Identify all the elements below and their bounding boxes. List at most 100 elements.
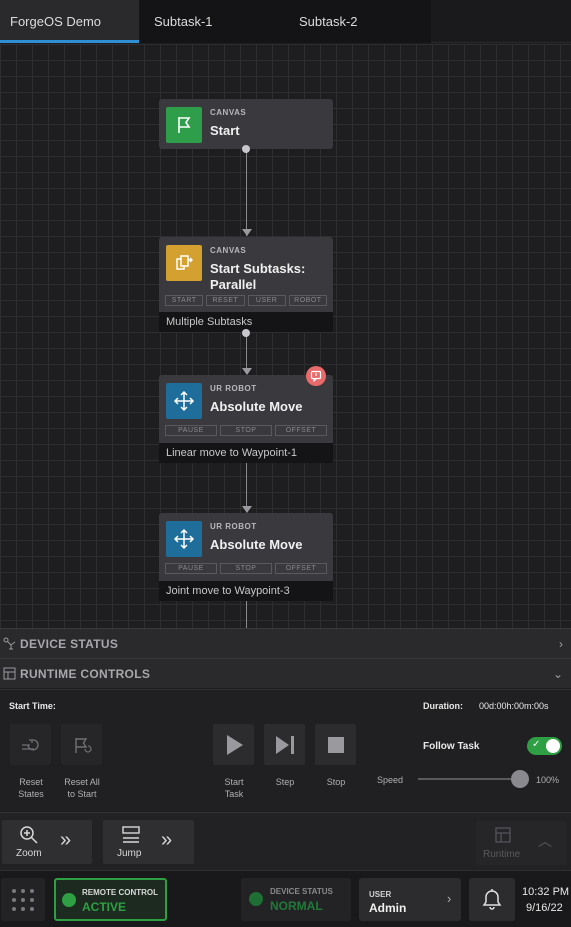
node-pills: START RESET USER ROBOT [165,295,327,306]
runtime-label: Runtime [483,849,521,860]
chevron-down-icon[interactable]: ⌄ [553,667,563,681]
pill-pause: PAUSE [165,425,217,436]
pill-start: START [165,295,204,306]
stop-icon [327,736,344,753]
start-task-button[interactable] [213,724,254,765]
stop-button[interactable] [315,724,356,765]
reset-states-label: Reset States [18,777,44,799]
node-output-port[interactable] [242,145,250,153]
subtasks-icon [166,245,202,281]
pill-pause: PAUSE [165,563,217,574]
robot-arm-icon [3,637,17,656]
double-chevron-icon: » [161,829,173,851]
pill-user: USER [247,295,286,306]
pill-reset: RESET [206,295,245,306]
jump-label: Jump [117,848,142,859]
runtime-icon [3,667,16,685]
node-category: CANVAS [210,108,247,117]
connector-line [246,462,247,510]
jump-icon [122,826,140,843]
runtime-toggle-button[interactable]: Runtime ︿ [476,821,567,865]
arrow-head [242,229,252,236]
node-start-subtasks[interactable]: CANVAS Start Subtasks: Parallel START RE… [159,237,333,332]
reset-all-button[interactable] [61,724,102,765]
node-pills: PAUSE STOP OFFSET [165,425,327,436]
duration-label: Duration: [423,701,463,711]
chevron-right-icon: › [447,891,452,906]
arrow-head [242,506,252,513]
device-status-value: NORMAL [270,899,323,913]
move-icon [166,383,202,419]
arrow-head [242,368,252,375]
play-icon [226,734,243,755]
device-status-indicator[interactable]: DEVICE STATUS NORMAL [241,878,351,921]
comment-badge-icon[interactable] [306,366,326,386]
pill-offset: OFFSET [275,425,327,436]
device-status-title: DEVICE STATUS [20,637,119,651]
chevron-right-icon[interactable]: › [559,637,563,651]
user-value: Admin [369,901,407,915]
reset-states-icon [21,738,39,750]
zoom-button[interactable]: Zoom » [2,820,92,864]
reset-all-label: Reset All to Start [64,777,100,799]
notifications-button[interactable] [469,878,515,921]
pill-stop: STOP [220,425,272,436]
jump-button[interactable]: Jump » [103,820,194,864]
pill-robot: ROBOT [288,295,327,306]
step-label: Step [275,777,295,787]
follow-task-toggle[interactable]: ✓ [527,737,562,755]
speed-slider-handle[interactable] [511,770,529,788]
tab-bar: ForgeOS Demo Subtask-1 Subtask-2 [0,0,571,43]
node-category: UR ROBOT [210,522,257,531]
remote-control-status[interactable]: REMOTE CONTROL ACTIVE [54,878,167,921]
speed-slider-track[interactable] [418,778,520,780]
grid-icon [12,889,34,911]
node-absolute-move-1[interactable]: UR ROBOT Absolute Move PAUSE STOP OFFSET… [159,375,333,463]
start-time-label: Start Time: [9,701,56,711]
follow-task-label: Follow Task [423,741,480,752]
node-description: Linear move to Waypoint-1 [159,443,333,463]
check-icon: ✓ [532,739,541,750]
user-menu-button[interactable]: USER Admin › [359,878,461,921]
remote-control-label: REMOTE CONTROL [82,888,158,897]
clock-date: 9/16/22 [526,902,563,914]
zoom-label: Zoom [16,848,42,859]
speed-label: Speed [377,775,404,785]
pill-stop: STOP [220,563,272,574]
zoom-icon [20,826,38,844]
node-start[interactable]: CANVAS Start [159,99,333,149]
node-title: Absolute Move [210,399,303,414]
tab-forgeos-demo[interactable]: ForgeOS Demo [0,0,139,43]
remote-control-value: ACTIVE [82,900,127,914]
stop-label: Stop [326,777,346,787]
speed-value: 100% [536,775,560,785]
flow-canvas[interactable]: CANVAS Start CANVAS Start Subtasks: Para… [0,44,571,628]
device-status-panel[interactable]: DEVICE STATUS › [0,628,571,658]
node-description: Joint move to Waypoint-3 [159,581,333,601]
device-status-label: DEVICE STATUS [270,887,333,896]
tab-subtask-1[interactable]: Subtask-1 [139,0,284,43]
duration-value: 00d:00h:00m:00s [479,701,549,711]
reset-states-button[interactable] [10,724,51,765]
runtime-controls-panel[interactable]: RUNTIME CONTROLS ⌄ [0,658,571,688]
node-output-port[interactable] [242,329,250,337]
flag-icon [166,107,202,143]
apps-menu-button[interactable] [1,878,45,921]
node-title: Start Subtasks: Parallel [210,261,306,292]
runtime-controls-title: RUNTIME CONTROLS [20,667,151,681]
node-category: CANVAS [210,246,247,255]
user-label: USER [369,890,392,899]
node-absolute-move-2[interactable]: UR ROBOT Absolute Move PAUSE STOP OFFSET… [159,513,333,601]
runtime-icon [495,827,511,843]
clock-time: 10:32 PM [522,886,570,898]
bell-icon [482,889,502,910]
pill-offset: OFFSET [275,563,327,574]
step-button[interactable] [264,724,305,765]
step-icon [275,735,294,754]
toggle-knob [546,739,560,753]
connector-line [246,600,247,628]
tab-subtask-2[interactable]: Subtask-2 [284,0,431,43]
start-task-label: Start Task [224,777,244,799]
move-icon [166,521,202,557]
double-chevron-icon: » [60,829,72,851]
